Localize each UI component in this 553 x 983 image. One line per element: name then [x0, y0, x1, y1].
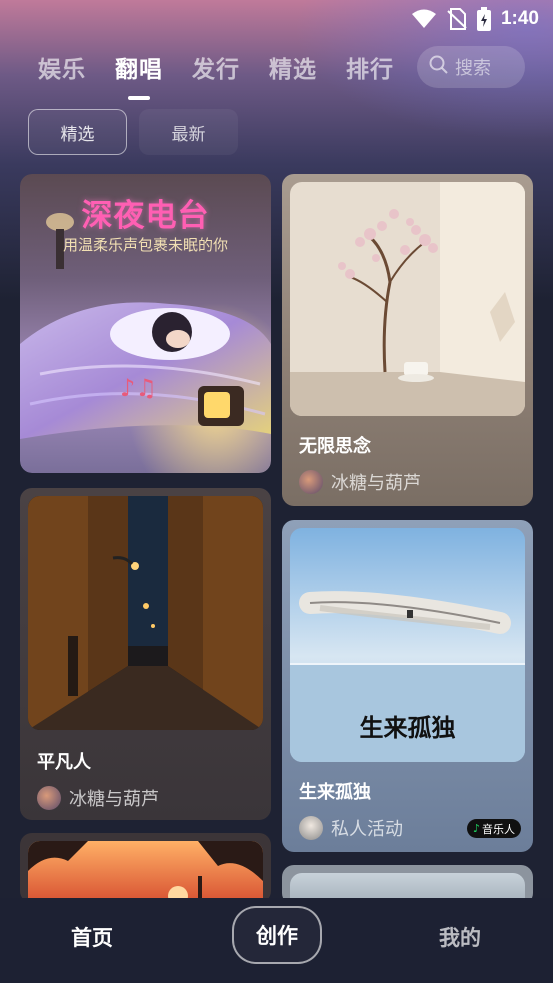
search-placeholder: 搜索	[455, 58, 491, 79]
author-name: 冰糖与葫芦	[331, 473, 421, 494]
song-artwork	[28, 841, 263, 903]
song-card-endless-longing[interactable]: 无限思念 冰糖与葫芦	[282, 174, 533, 506]
filter-latest[interactable]: 最新	[139, 109, 238, 155]
status-bar: 1:40	[0, 0, 553, 38]
song-card-night-radio[interactable]: ♪♫ 深夜电台 用温柔乐声包裹未眠的你	[20, 174, 271, 473]
poster-text: 生来孤独	[359, 713, 456, 742]
filter-featured[interactable]: 精选	[28, 109, 127, 155]
battery-icon	[476, 7, 491, 31]
song-card-sunset[interactable]	[20, 833, 271, 903]
song-title: 无限思念	[299, 436, 371, 457]
tab-featured[interactable]: 精选	[269, 50, 317, 84]
author[interactable]: 冰糖与葫芦	[299, 469, 421, 495]
poster-subtitle: 用温柔乐声包裹未眠的你	[62, 236, 228, 254]
no-sim-icon	[447, 8, 467, 30]
nav-mine[interactable]: 我的	[439, 922, 481, 952]
tab-entertainment[interactable]: 娱乐	[38, 50, 86, 84]
wifi-icon	[411, 9, 437, 29]
search-box[interactable]: 搜索	[417, 46, 525, 88]
tab-release[interactable]: 发行	[192, 50, 240, 84]
tab-ranking[interactable]: 排行	[346, 50, 394, 84]
author[interactable]: 私人活动	[299, 815, 403, 841]
poster-title: 深夜电台	[81, 198, 210, 234]
svg-text:♪♫: ♪♫	[120, 374, 157, 402]
song-card-born-lonely[interactable]: 生来孤独 生来孤独 私人活动 ♪ 音乐人	[282, 520, 533, 852]
author-name: 私人活动	[331, 819, 403, 840]
category-tabs: 娱乐 翻唱 发行 精选 排行 搜索	[0, 44, 553, 100]
song-artwork	[290, 182, 525, 416]
avatar	[37, 786, 61, 810]
avatar	[299, 470, 323, 494]
song-artwork	[28, 496, 263, 730]
nav-home[interactable]: 首页	[71, 922, 113, 952]
badge-label: 音乐人	[482, 822, 516, 836]
tab-cover[interactable]: 翻唱	[115, 50, 163, 100]
author-name: 冰糖与葫芦	[69, 789, 159, 810]
avatar	[299, 816, 323, 840]
song-card-ordinary-person[interactable]: 平凡人 冰糖与葫芦	[20, 488, 271, 820]
create-button[interactable]: 创作	[232, 906, 322, 964]
filter-chips: 精选 最新	[28, 109, 238, 155]
bottom-nav: 首页 创作 我的	[0, 898, 553, 983]
song-title: 生来孤独	[299, 782, 371, 803]
musician-badge: ♪ 音乐人	[467, 819, 522, 838]
search-icon	[429, 55, 449, 80]
author[interactable]: 冰糖与葫芦	[37, 785, 159, 811]
music-note-icon: ♪	[473, 822, 481, 835]
song-title: 平凡人	[37, 752, 91, 773]
status-time: 1:40	[500, 8, 539, 29]
